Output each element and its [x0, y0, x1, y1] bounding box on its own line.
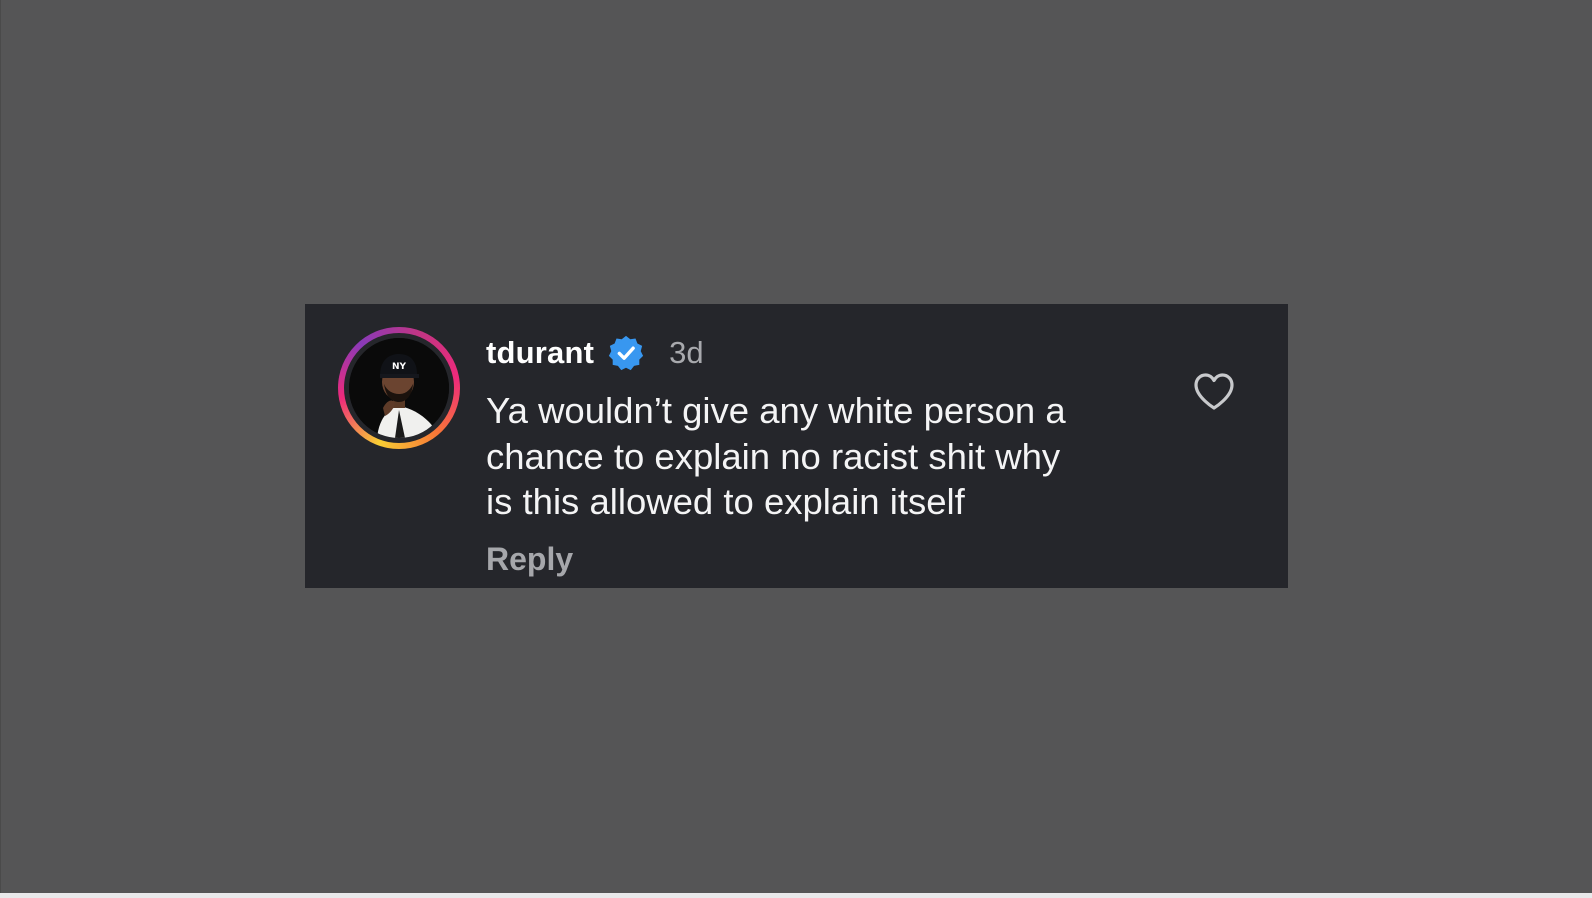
frame-edge-left	[0, 0, 1, 898]
comment-line: is this allowed to explain itself	[486, 481, 965, 522]
reply-button[interactable]: Reply	[486, 541, 573, 578]
svg-text:NY: NY	[392, 362, 407, 372]
story-ring[interactable]: NY	[338, 327, 460, 449]
heart-outline-icon[interactable]	[1190, 368, 1238, 416]
comment-card: NY tdurant 3d Ya wouldn’t give any white…	[305, 304, 1288, 588]
comment-line: Ya wouldn’t give any white person a	[486, 390, 1066, 431]
frame-edge-bottom	[0, 893, 1592, 898]
story-ring-gap: NY	[344, 333, 454, 443]
comment-line: chance to explain no racist shit why	[486, 435, 1061, 477]
comment-timestamp: 3d	[669, 335, 704, 370]
comment-header: tdurant 3d	[486, 331, 704, 375]
avatar[interactable]: NY	[349, 338, 449, 438]
comment-body: Ya wouldn’t give any white person a chan…	[486, 388, 1126, 525]
username-link[interactable]: tdurant	[486, 335, 594, 371]
avatar-image: NY	[349, 338, 449, 438]
verified-badge-icon	[607, 334, 645, 372]
